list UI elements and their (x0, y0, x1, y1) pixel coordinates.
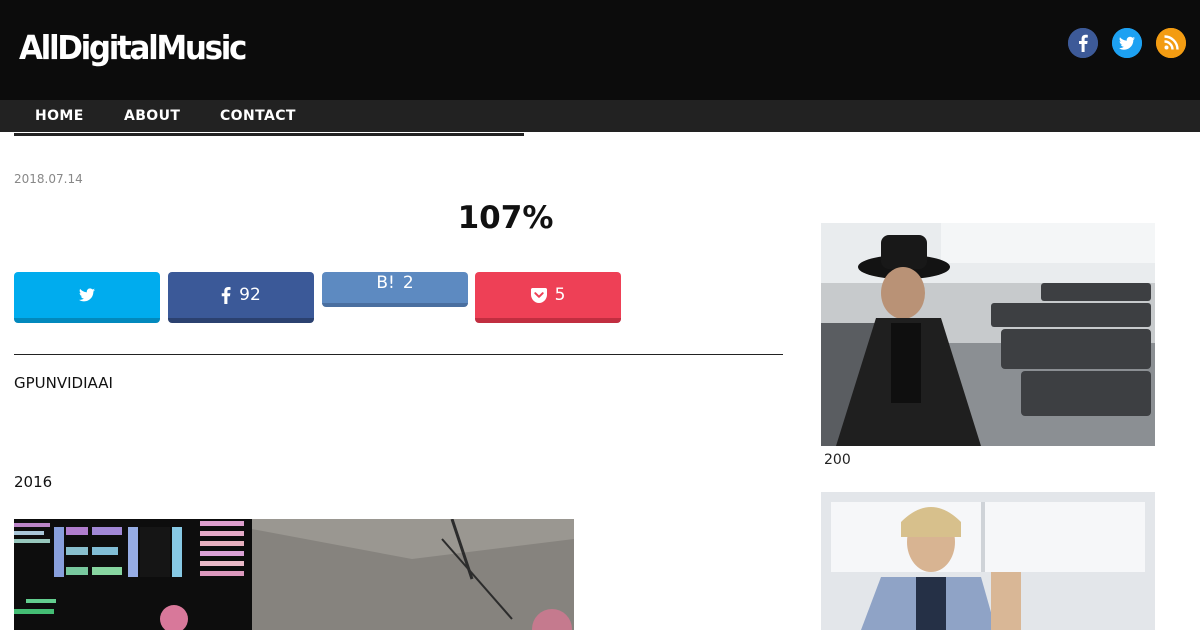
twitter-link[interactable] (1112, 28, 1142, 58)
rss-icon (1156, 28, 1186, 58)
share-pocket-button[interactable]: 5 (475, 272, 621, 323)
twitter-icon (79, 288, 95, 302)
pocket-share-count: 5 (554, 285, 566, 305)
site-logo[interactable]: AllDigitalMusic (19, 28, 247, 68)
share-facebook-button[interactable]: 92 (168, 272, 314, 323)
article-paragraph: GPUNVIDIAAI (14, 374, 113, 392)
stage-screen (14, 519, 252, 630)
sidebar-photo-artist-window[interactable] (821, 492, 1155, 630)
nav-item-about[interactable]: ABOUT (124, 100, 180, 132)
site-header: AllDigitalMusic (0, 0, 1200, 100)
sidebar-caption: 200 (824, 452, 851, 468)
article-photo-stage (14, 519, 574, 630)
content-divider (14, 354, 783, 355)
pocket-icon (530, 287, 547, 303)
nav-item-home[interactable]: HOME (35, 100, 84, 132)
nav-underline (14, 133, 524, 136)
facebook-link[interactable] (1068, 28, 1098, 58)
post-date: 2018.07.14 (14, 172, 83, 186)
facebook-f-icon (221, 286, 231, 304)
article-paragraph: 2016 (14, 473, 53, 491)
hatena-share-count: 2 (402, 273, 414, 293)
facebook-share-count: 92 (239, 285, 261, 305)
sidebar-photo-artist-hat[interactable] (821, 223, 1155, 446)
nav-item-contact[interactable]: CONTACT (220, 100, 296, 132)
share-twitter-button[interactable] (14, 272, 160, 323)
main-nav: HOME ABOUT CONTACT (0, 100, 1200, 132)
facebook-icon (1068, 28, 1098, 58)
share-hatena-button[interactable]: B! 2 (322, 272, 468, 307)
rss-link[interactable] (1156, 28, 1186, 58)
hatena-icon: B! (376, 273, 395, 293)
stage-tent (252, 519, 574, 630)
twitter-icon (1112, 28, 1142, 58)
